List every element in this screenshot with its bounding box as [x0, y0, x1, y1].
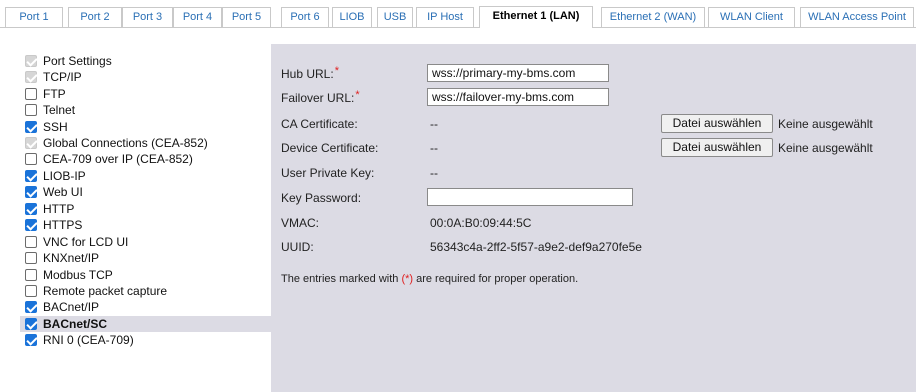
tree-item-vnc-lcd-ui[interactable]: VNC for LCD UI [20, 234, 271, 250]
tab-port-6[interactable]: Port 6 [281, 7, 329, 27]
bacnet-sc-settings-panel: Hub URL:* Failover URL:* CA Certificate:… [271, 44, 916, 392]
tree-item-global-connections[interactable]: Global Connections (CEA-852) [20, 135, 271, 151]
required-note: The entries marked with (*) are required… [281, 273, 579, 285]
tab-port-3[interactable]: Port 3 [122, 7, 173, 27]
tab-wlan-access-point[interactable]: WLAN Access Point [800, 7, 914, 27]
hub-url-input[interactable] [427, 64, 609, 82]
vmac-label: VMAC: [281, 216, 320, 230]
checkbox[interactable] [25, 285, 37, 297]
checkbox[interactable] [25, 186, 37, 198]
tree-item-label: TCP/IP [43, 70, 82, 84]
tree-item-label: KNXnet/IP [43, 251, 100, 265]
key-password-label: Key Password: [281, 191, 362, 205]
tab-wlan-client[interactable]: WLAN Client [708, 7, 795, 27]
key-password-input[interactable] [427, 188, 633, 206]
tab-port-2[interactable]: Port 2 [68, 7, 122, 27]
tree-item-label: VNC for LCD UI [43, 235, 129, 249]
tree-item-label: Global Connections (CEA-852) [43, 136, 208, 150]
tree-item-ftp[interactable]: FTP [20, 86, 271, 102]
tree-item-label: Web UI [43, 185, 83, 199]
tree-item-label: SSH [43, 120, 68, 134]
tree-item-label: HTTPS [43, 218, 83, 232]
tree-item-label: BACnet/SC [43, 317, 108, 331]
tab-bar: Port 1 Port 2 Port 3 Port 4 Port 5 Port … [0, 0, 916, 28]
checkbox[interactable] [25, 88, 37, 100]
tree-item-remote-packet-capture[interactable]: Remote packet capture [20, 283, 271, 299]
tree-item-tcp-ip[interactable]: TCP/IP [20, 69, 271, 85]
tree-item-rni-0[interactable]: RNI 0 (CEA-709) [20, 332, 271, 348]
user-private-key-label: User Private Key: [281, 166, 375, 180]
tab-ip-host[interactable]: IP Host [416, 7, 474, 27]
tree-item-label: HTTP [43, 202, 75, 216]
hub-url-label: Hub URL:* [281, 65, 339, 81]
checkbox [25, 55, 37, 67]
tree-item-label: CEA-709 over IP (CEA-852) [43, 152, 193, 166]
tree-item-label: RNI 0 (CEA-709) [43, 333, 134, 347]
checkbox[interactable] [25, 252, 37, 264]
checkbox[interactable] [25, 170, 37, 182]
tree-item-label: BACnet/IP [43, 300, 100, 314]
checkbox[interactable] [25, 104, 37, 116]
ca-certificate-value: -- [430, 117, 438, 131]
uuid-label: UUID: [281, 240, 314, 254]
device-certificate-label: Device Certificate: [281, 141, 379, 155]
failover-url-label: Failover URL:* [281, 89, 360, 105]
checkbox[interactable] [25, 236, 37, 248]
tree-item-label: Telnet [43, 103, 76, 117]
checkbox[interactable] [25, 203, 37, 215]
tree-item-port-settings[interactable]: Port Settings [20, 53, 271, 69]
checkbox [25, 137, 37, 149]
checkbox[interactable] [25, 219, 37, 231]
device-certificate-file-state: Keine ausgewählt [778, 141, 873, 155]
checkbox[interactable] [25, 153, 37, 165]
tree-item-telnet[interactable]: Telnet [20, 102, 271, 118]
tree-item-https[interactable]: HTTPS [20, 217, 271, 233]
tab-liob[interactable]: LIOB [332, 7, 372, 27]
checkbox[interactable] [25, 121, 37, 133]
required-marker: * [355, 89, 360, 101]
checkbox[interactable] [25, 301, 37, 313]
tab-usb[interactable]: USB [377, 7, 413, 27]
checkbox [25, 71, 37, 83]
tree-item-label: LIOB-IP [43, 169, 86, 183]
tree-item-knxnet-ip[interactable]: KNXnet/IP [20, 250, 271, 266]
tree-item-cea709-over-ip[interactable]: CEA-709 over IP (CEA-852) [20, 151, 271, 167]
tree-item-modbus-tcp[interactable]: Modbus TCP [20, 267, 271, 283]
user-private-key-value: -- [430, 166, 438, 180]
checkbox[interactable] [25, 269, 37, 281]
tree-item-web-ui[interactable]: Web UI [20, 184, 271, 200]
tree-item-label: Modbus TCP [43, 268, 113, 282]
ca-certificate-file-button[interactable]: Datei auswählen [661, 114, 773, 133]
uuid-value: 56343c4a-2ff2-5f57-a9e2-def9a270fe5e [430, 240, 642, 254]
required-note-marker: (*) [401, 273, 414, 285]
vmac-value: 00:0A:B0:09:44:5C [430, 216, 532, 230]
tree-item-http[interactable]: HTTP [20, 201, 271, 217]
tab-port-1[interactable]: Port 1 [5, 7, 63, 27]
tree-item-label: Port Settings [43, 54, 112, 68]
failover-url-input[interactable] [427, 88, 609, 106]
tab-port-4[interactable]: Port 4 [173, 7, 222, 27]
tab-port-5[interactable]: Port 5 [222, 7, 271, 27]
required-marker: * [334, 65, 339, 77]
tree-item-bacnet-sc[interactable]: BACnet/SC [20, 316, 271, 332]
tree-item-label: Remote packet capture [43, 284, 168, 298]
tab-ethernet-1-lan[interactable]: Ethernet 1 (LAN) [479, 6, 593, 28]
ca-certificate-label: CA Certificate: [281, 117, 358, 131]
checkbox[interactable] [25, 318, 37, 330]
device-certificate-file-button[interactable]: Datei auswählen [661, 138, 773, 157]
tree-item-bacnet-ip[interactable]: BACnet/IP [20, 299, 271, 315]
tree-item-ssh[interactable]: SSH [20, 119, 271, 135]
service-tree: Port Settings TCP/IP FTP Telnet SSH Glob… [20, 45, 271, 392]
device-certificate-value: -- [430, 141, 438, 155]
checkbox[interactable] [25, 334, 37, 346]
tab-ethernet-2-wan[interactable]: Ethernet 2 (WAN) [601, 7, 705, 27]
ca-certificate-file-state: Keine ausgewählt [778, 117, 873, 131]
tree-item-label: FTP [43, 87, 66, 101]
tree-item-liob-ip[interactable]: LIOB-IP [20, 168, 271, 184]
